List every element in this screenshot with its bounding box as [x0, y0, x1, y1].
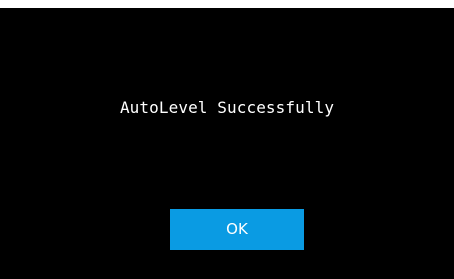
dialog-message: AutoLevel Successfully: [119, 98, 335, 117]
ok-button[interactable]: OK: [170, 209, 304, 250]
top-border: [0, 0, 454, 8]
